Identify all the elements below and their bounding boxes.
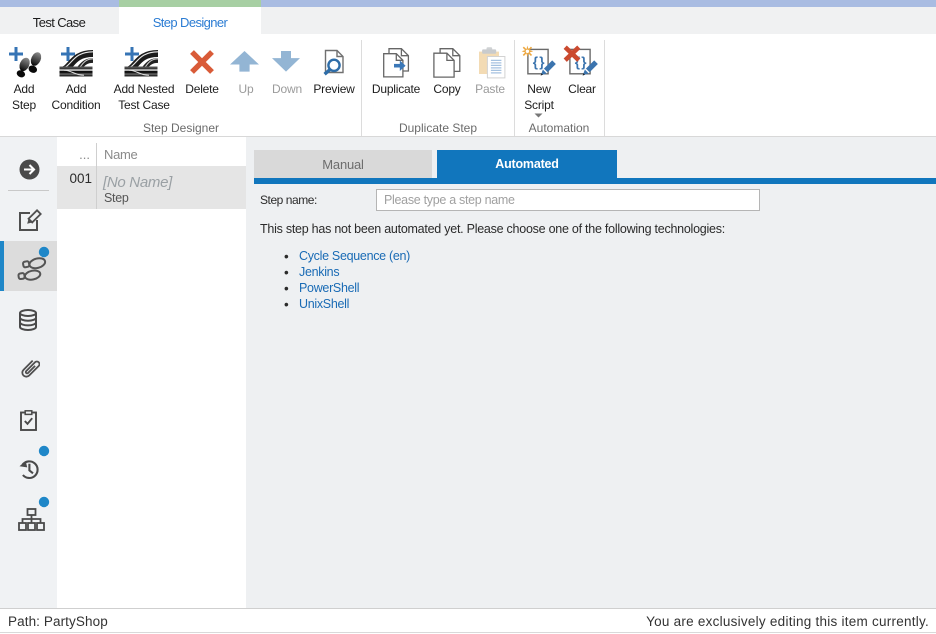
svg-text:}: } (539, 55, 545, 70)
svg-text:{: { (533, 55, 538, 70)
svg-text:}: } (581, 55, 587, 70)
